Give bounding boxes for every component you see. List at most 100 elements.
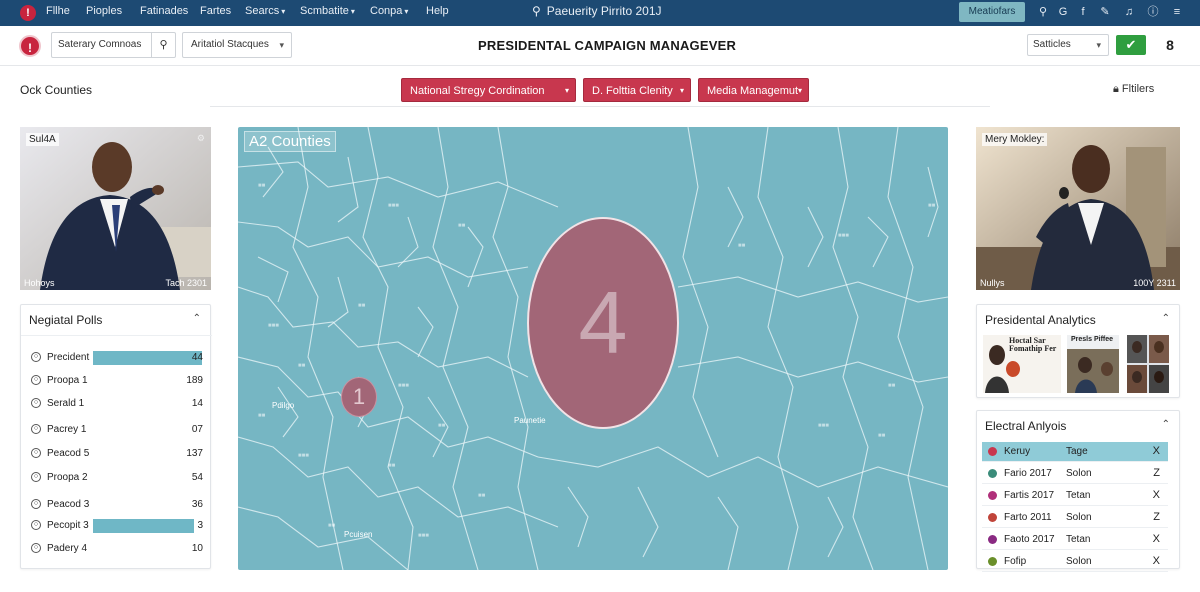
svg-text:■■: ■■ [298, 363, 306, 369]
country-select[interactable]: Saterary Comnoas ⚲ [51, 32, 176, 58]
poll-row[interactable]: ○ Pecopit 3 3 [31, 518, 203, 534]
highlight-button[interactable]: Meatiofars [959, 2, 1025, 22]
confirm-button[interactable]: ✔ [1116, 35, 1146, 55]
search-icon[interactable]: ⚲ [151, 33, 175, 57]
thumb-headline: Hoctal Sar Fomathip Fer [1009, 336, 1057, 353]
svg-text:■■: ■■ [458, 223, 466, 229]
analytics-thumb-2[interactable]: Presls Piffee [1067, 335, 1119, 393]
menu-item-scmbatite[interactable]: Scmbatite ▾ [300, 5, 355, 17]
electoral-action[interactable]: X [1153, 555, 1160, 567]
poll-label: Precident [47, 352, 90, 363]
svg-text:■■■: ■■■ [298, 453, 309, 459]
poll-row[interactable]: ○ Proopa 2 54 [31, 470, 203, 486]
page-title: PRESIDENTAL CAMPAIGN MANAGEVER [478, 38, 737, 53]
chevron-down-icon: ▾ [279, 40, 284, 50]
svg-text:■■■: ■■■ [818, 423, 829, 429]
strategy-select[interactable]: Aritatiol Stacques ▾ [182, 32, 292, 58]
electoral-row[interactable]: Faoto 2017 Tetan X [982, 530, 1168, 550]
poll-value: 07 [191, 424, 203, 435]
chevron-up-icon[interactable]: ⌃ [1162, 313, 1170, 324]
poll-row[interactable]: ○ Proopa 1 189 [31, 373, 203, 389]
electoral-row[interactable]: Fofip Solon X [982, 552, 1168, 572]
menu-bar: ! Fllhe Pioples Fatinades Fartes Searcs ▾… [0, 0, 1200, 26]
settings-icon[interactable]: ⚙ [197, 133, 205, 144]
poll-icon: ○ [31, 398, 41, 408]
poll-value: 10 [191, 543, 203, 554]
photo-caption-date: Tach 2301 [165, 278, 207, 288]
global-search-text: Paeuerity Pirrito 201J [546, 4, 662, 18]
header-type[interactable]: Tage [1066, 446, 1088, 457]
facebook-icon[interactable]: f [1076, 5, 1090, 19]
thumb-image [1127, 335, 1169, 393]
analytics-panel: Presidental Analytics ⌃ Hoctal Sar Fomat… [976, 304, 1180, 398]
notification-count[interactable]: 8 [1162, 35, 1178, 55]
filters-button[interactable]: 🔒︎ Fltilers [1113, 83, 1154, 96]
poll-row[interactable]: ○ Precident 44 [31, 350, 203, 366]
tab-political-clarity[interactable]: D. Folttia Clenity ▾ [583, 78, 691, 102]
poll-row[interactable]: ○ Serald 1 14 [31, 396, 203, 412]
chevron-up-icon[interactable]: ⌃ [193, 313, 201, 324]
electoral-type: Tetan [1066, 534, 1091, 545]
tab-national-strategy[interactable]: National Stregy Cordination ▾ [401, 78, 576, 102]
tab-media-management[interactable]: Media Managemut ▾ [698, 78, 809, 102]
poll-icon: ○ [31, 375, 41, 385]
poll-row[interactable]: ○ Pacrey 1 07 [31, 422, 203, 438]
electoral-row[interactable]: Farto 2011 Solon Z [982, 508, 1168, 528]
poll-bar [93, 351, 202, 365]
poll-row[interactable]: ○ Peacod 3 36 [31, 497, 203, 513]
menu-item-peoples[interactable]: Pioples [86, 5, 122, 17]
electoral-row[interactable]: Fartis 2017 Tetan X [982, 486, 1168, 506]
menu-item-features[interactable]: Fatinades [140, 5, 188, 17]
candidate-portrait-left [20, 127, 211, 290]
menu-item-file[interactable]: Fllhe [46, 5, 70, 17]
electoral-row[interactable]: Fario 2017 Solon Z [982, 464, 1168, 484]
county-cluster-marker-small[interactable]: 1 [341, 377, 377, 417]
analytics-thumb-1[interactable]: Hoctal Sar Fomathip Fer [983, 335, 1061, 393]
poll-row[interactable]: ○ Padery 4 10 [31, 541, 203, 557]
global-search[interactable]: ⚲ Paeuerity Pirrito 201J [532, 4, 662, 18]
chevron-down-icon: ▾ [1096, 40, 1101, 50]
analytics-thumb-3[interactable] [1127, 335, 1169, 393]
menu-item-fartes[interactable]: Fartes [200, 5, 231, 17]
polls-title: Negiatal Polls [29, 313, 103, 327]
tab-national-strategy-label: National Stregy Cordination [410, 85, 545, 97]
electoral-action[interactable]: Z [1153, 511, 1160, 523]
campaign-logo-icon[interactable]: ! [19, 35, 41, 57]
poll-row[interactable]: ○ Peacod 5 137 [31, 446, 203, 462]
search-icon: ⚲ [532, 4, 541, 18]
app-logo-icon[interactable]: ! [20, 5, 36, 21]
electoral-title: Electral Anlyois [985, 419, 1067, 433]
status-dot [988, 469, 997, 478]
poll-value: 44 [191, 352, 203, 363]
google-icon[interactable]: G [1056, 5, 1070, 19]
header-x[interactable]: X [1153, 445, 1160, 457]
electoral-name: Fartis 2017 [1004, 490, 1055, 501]
menu-item-search[interactable]: Searcs ▾ [245, 5, 285, 17]
menu-icon[interactable]: ≡ [1170, 5, 1184, 19]
electoral-action[interactable]: X [1153, 533, 1160, 545]
menu-item-conpa[interactable]: Conpa ▾ [370, 5, 408, 17]
header-name[interactable]: Keruy [1004, 446, 1030, 457]
menu-item-help[interactable]: Help [426, 5, 449, 17]
electoral-action[interactable]: X [1153, 489, 1160, 501]
county-cluster-marker-large[interactable]: 4 [527, 217, 679, 429]
search-icon[interactable]: ⚲ [1036, 5, 1050, 19]
svg-text:■■: ■■ [438, 423, 446, 429]
status-dot [988, 491, 997, 500]
info-icon[interactable]: ⓘ [1146, 5, 1160, 19]
electoral-type: Solon [1066, 556, 1092, 567]
pen-icon[interactable]: ✎ [1098, 5, 1112, 19]
poll-icon: ○ [31, 424, 41, 434]
svg-text:■■: ■■ [928, 203, 936, 209]
settings-select[interactable]: Satticles ▾ [1027, 34, 1109, 56]
electoral-type: Solon [1066, 468, 1092, 479]
electoral-action[interactable]: Z [1153, 467, 1160, 479]
chevron-up-icon[interactable]: ⌃ [1162, 419, 1170, 430]
menu-item-conpa-label: Conpa [370, 5, 403, 17]
svg-text:■■■: ■■■ [388, 203, 399, 209]
county-map[interactable]: ■■ ■■■ ■■ ■■■ ■■ ■■ ■■■ ■■ ■■ ■■■ ■■ ■■ ■■ ■■■ ■■… [238, 127, 948, 570]
bell-icon[interactable]: ♫ [1122, 5, 1136, 19]
status-dot [988, 513, 997, 522]
chevron-down-icon: ▾ [564, 86, 569, 95]
status-dot [988, 557, 997, 566]
